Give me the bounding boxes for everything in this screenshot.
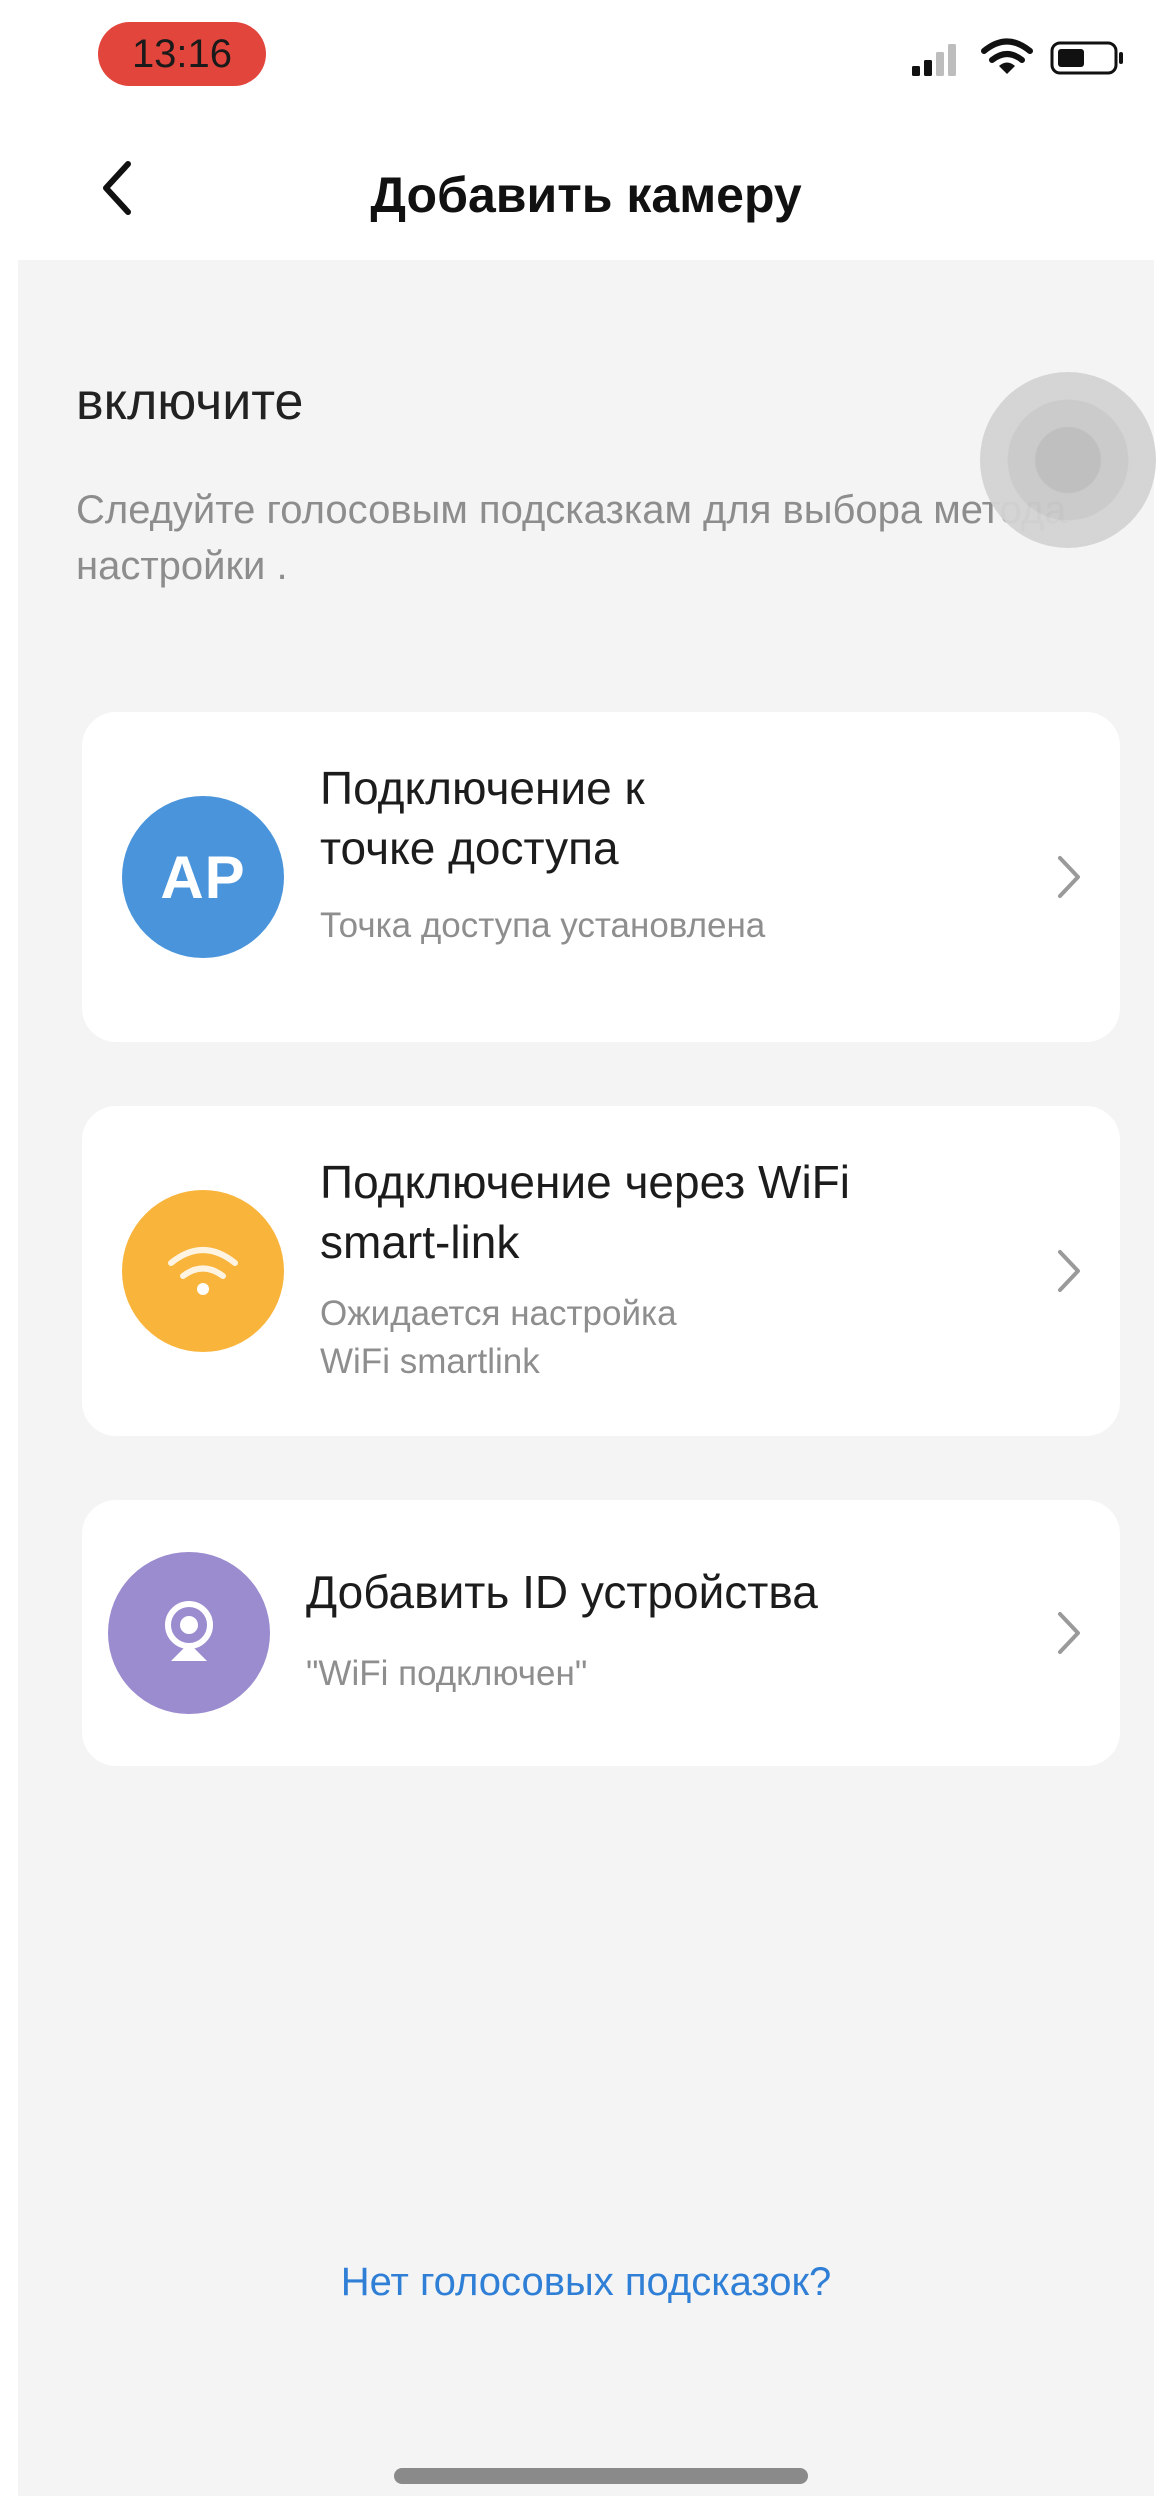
- option-wifi-smartlink[interactable]: Подключение через WiFi smart-link Ожидае…: [82, 1106, 1120, 1436]
- status-time: 13:16: [98, 22, 266, 86]
- floating-assistive-button[interactable]: [980, 372, 1156, 548]
- status-icons: [910, 38, 1130, 78]
- status-bar: 13:16: [0, 0, 1172, 110]
- battery-icon: [1050, 41, 1123, 75]
- no-voice-prompts-link[interactable]: Нет голосовых подсказок?: [18, 2260, 1154, 2305]
- chevron-right-icon: [1058, 1612, 1080, 1654]
- option-subtitle: Ожидается настройка WiFi smartlink: [320, 1294, 677, 1381]
- camera-glyph-icon: [165, 1601, 213, 1661]
- main-content: включите Следуйте голосовым подсказкам д…: [18, 260, 1156, 2496]
- option-subtitle: Точка доступа установлена: [320, 906, 766, 945]
- wifi-icon: [122, 1190, 284, 1352]
- option-add-device-id[interactable]: Добавить ID устройства "WiFi подключен": [82, 1500, 1120, 1766]
- wifi-glyph-icon: [168, 1247, 238, 1295]
- page-title: Добавить камеру: [370, 167, 802, 223]
- option-title: Подключение к точке доступа: [320, 762, 645, 874]
- chevron-right-icon: [1058, 1250, 1080, 1292]
- cellular-signal-icon: [912, 44, 956, 76]
- chevron-right-icon: [1058, 856, 1080, 898]
- option-subtitle: "WiFi подключен": [306, 1654, 588, 1693]
- intro-headline: включите: [76, 373, 304, 431]
- camera-id-icon: [108, 1552, 270, 1714]
- option-title: Подключение через WiFi smart-link: [320, 1156, 850, 1268]
- intro-description: Следуйте голосовым подсказкам для выбора…: [76, 488, 1067, 588]
- option-ap-connection[interactable]: AP Подключение к точке доступа Точка дос…: [82, 712, 1120, 1042]
- nav-bar: Добавить камеру: [0, 110, 1172, 260]
- ap-icon: AP: [122, 796, 284, 958]
- ap-icon-text: AP: [160, 843, 246, 911]
- option-title: Добавить ID устройства: [306, 1566, 818, 1618]
- home-indicator: [394, 2468, 808, 2484]
- wifi-icon: [981, 38, 1033, 74]
